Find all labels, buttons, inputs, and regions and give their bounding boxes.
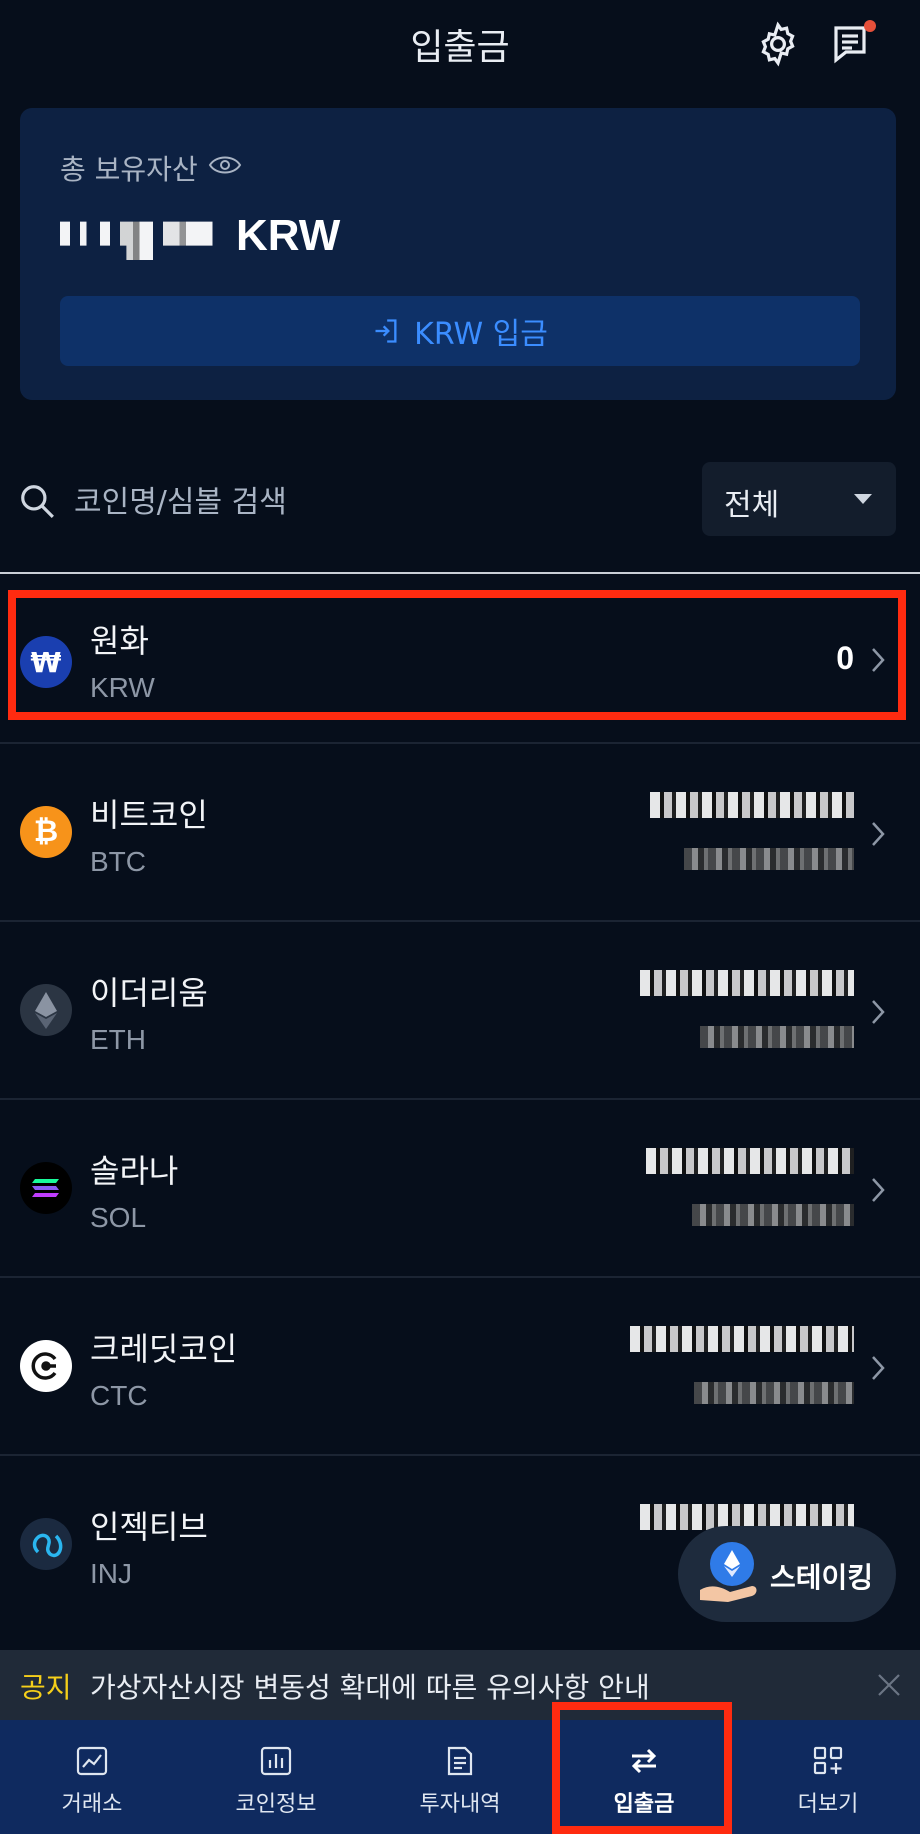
masked-amount (60, 221, 226, 260)
krw-deposit-button[interactable]: KRW 입금 (60, 296, 860, 366)
notice-text: 가상자산시장 변동성 확대에 따른 유의사항 안내 (90, 1671, 650, 1704)
creditcoin-icon (20, 1340, 72, 1392)
tab-label: 투자내역 (419, 1792, 501, 1817)
bitcoin-icon: ₿ (20, 806, 72, 858)
coin-name: 이더리움 (90, 974, 208, 1012)
chevron-right-icon (872, 1000, 885, 1024)
notice-bar[interactable]: 공지 가상자산시장 변동성 확대에 따른 유의사항 안내 (0, 1650, 920, 1720)
coin-name: 비트코인 (90, 796, 208, 834)
coin-row-sol[interactable]: 솔라나 SOL (0, 1100, 920, 1278)
coin-row-eth[interactable]: 이더리움 ETH (0, 922, 920, 1100)
solana-icon (20, 1162, 72, 1214)
coin-name: 솔라나 (90, 1152, 179, 1190)
notification-dot (864, 20, 876, 32)
search-row: 전체 (0, 462, 920, 538)
masked-balance (640, 970, 854, 996)
chevron-right-icon (872, 1356, 885, 1380)
chart-icon (76, 1746, 108, 1776)
masked-balance (630, 1326, 854, 1352)
masked-value (700, 1026, 854, 1048)
tab-coin-info[interactable]: 코인정보 (184, 1720, 368, 1834)
total-assets-amount: KRW (60, 206, 340, 266)
tab-label: 코인정보 (235, 1792, 317, 1817)
masked-value (692, 1204, 854, 1226)
highlight-box (552, 1702, 732, 1834)
coin-search-input[interactable] (72, 476, 676, 528)
asset-unit: KRW (236, 211, 341, 260)
ethereum-icon (20, 984, 72, 1036)
deposit-icon (375, 319, 397, 343)
app-header: 입출금 (0, 0, 920, 90)
coin-symbol: CTC (90, 1380, 148, 1411)
bottom-tab-bar: 거래소 코인정보 투자내역 입출금 더보기 (0, 1720, 920, 1834)
chevron-right-icon (872, 822, 885, 846)
tab-investments[interactable]: 투자내역 (368, 1720, 552, 1834)
coin-name: 크레딧코인 (90, 1330, 238, 1368)
notice-tag: 공지 (20, 1671, 72, 1704)
close-icon[interactable] (876, 1672, 902, 1698)
coin-symbol: ETH (90, 1024, 146, 1055)
filter-dropdown[interactable]: 전체 (702, 462, 896, 536)
coin-row-btc[interactable]: ₿ 비트코인 BTC (0, 744, 920, 922)
injective-icon (20, 1518, 72, 1570)
tab-more[interactable]: 더보기 (736, 1720, 920, 1834)
tab-exchange[interactable]: 거래소 (0, 1720, 184, 1834)
coin-row-ctc[interactable]: 크레딧코인 CTC (0, 1278, 920, 1456)
search-icon (21, 485, 54, 518)
masked-value (694, 1382, 854, 1404)
coin-name: 인젝티브 (90, 1508, 208, 1546)
coin-symbol: INJ (90, 1558, 132, 1589)
coin-symbol: BTC (90, 846, 146, 877)
tab-label: 거래소 (61, 1792, 123, 1817)
masked-balance (650, 792, 854, 818)
staking-button[interactable]: 스테이킹 (678, 1526, 896, 1622)
highlight-box (8, 590, 906, 720)
eye-icon[interactable] (208, 152, 242, 178)
gear-icon[interactable] (754, 20, 802, 68)
total-assets-label: 총 보유자산 (60, 153, 198, 186)
filter-label: 전체 (724, 488, 780, 523)
grid-plus-icon (813, 1746, 843, 1775)
bar-chart-icon (260, 1746, 292, 1776)
document-icon (447, 1746, 473, 1776)
caret-down-icon (854, 494, 872, 504)
tab-label: 더보기 (797, 1792, 859, 1817)
staking-icon (700, 1542, 757, 1602)
deposit-label: KRW 입금 (414, 317, 548, 352)
staking-label: 스테이킹 (770, 1561, 874, 1594)
chevron-right-icon (872, 1178, 885, 1202)
masked-balance (646, 1148, 854, 1174)
coin-symbol: SOL (90, 1202, 147, 1233)
asset-card: 총 보유자산 KRW KRW 입금 (20, 108, 896, 400)
masked-value (684, 848, 854, 870)
